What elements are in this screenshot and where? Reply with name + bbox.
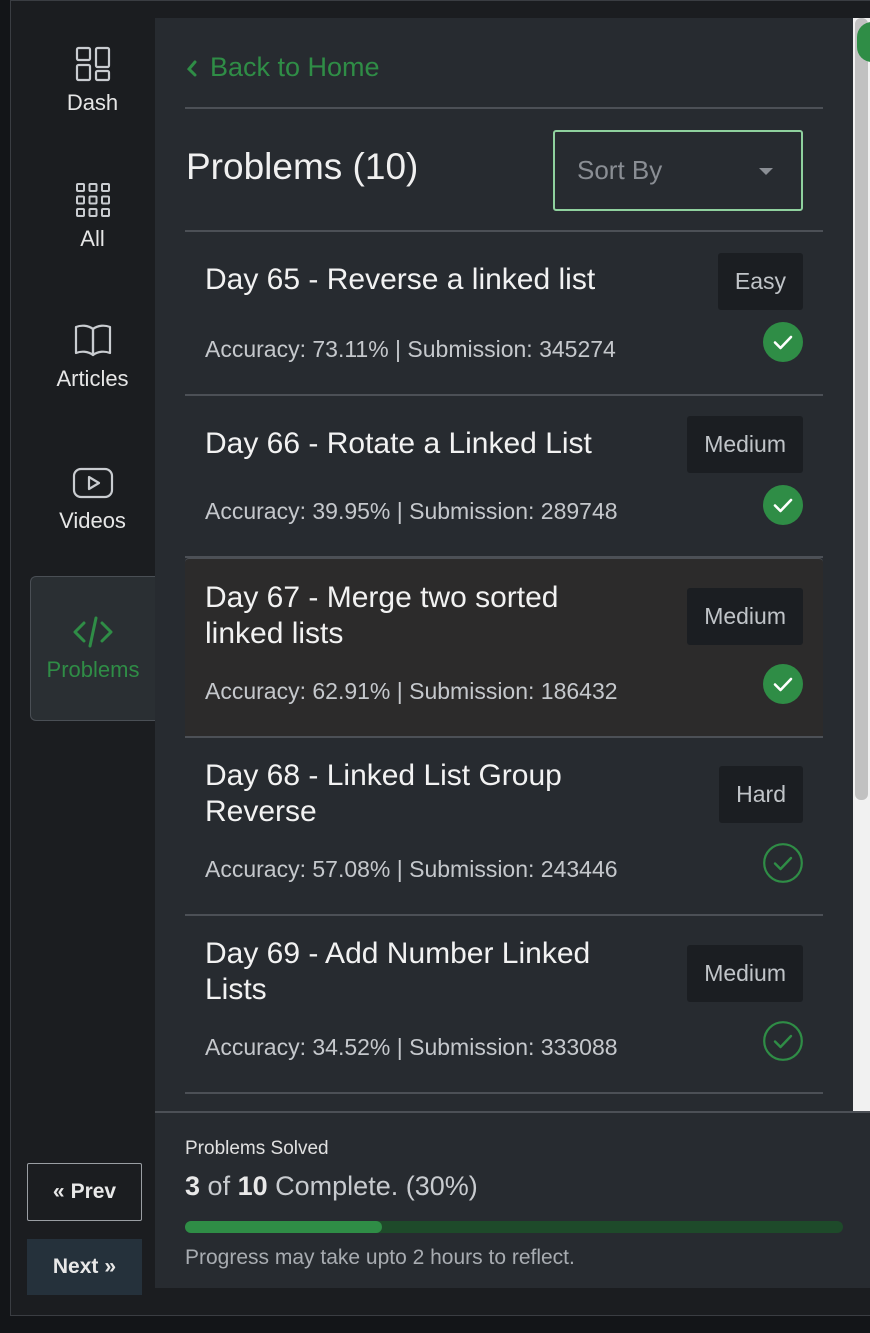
solved-count: 3 [185, 1171, 201, 1201]
back-label: Back to Home [210, 52, 380, 82]
problem-title: Day 69 - Add Number Linked Lists [205, 937, 591, 1006]
problem-row[interactable]: Day 68 - Linked List Group Reverse Hard … [185, 738, 823, 916]
problem-meta: Accuracy: 62.91% | Submission: 186432 [205, 678, 618, 704]
caret-down-icon [759, 168, 773, 175]
sidebar-item-dash[interactable]: Dash [30, 46, 155, 116]
sidebar-item-articles[interactable]: Articles [30, 322, 155, 392]
problem-title: Day 67 - Merge two sorted linked lists [205, 581, 559, 650]
grid-icon [75, 183, 110, 217]
sort-by-select[interactable]: Sort By [553, 130, 803, 211]
sidebar-item-label: All [80, 226, 105, 251]
problem-meta: Accuracy: 34.52% | Submission: 333088 [205, 1034, 618, 1060]
prev-label: Prev [70, 1180, 117, 1203]
problem-meta: Accuracy: 73.11% | Submission: 345274 [205, 336, 616, 362]
sidebar-item-label: Videos [59, 508, 126, 533]
stats-count: 3 of 10 Complete. (30%) [185, 1171, 478, 1202]
solved-check-icon [763, 485, 803, 525]
video-icon [72, 467, 113, 499]
progress-note: Progress may take upto 2 hours to reflec… [185, 1246, 575, 1269]
prev-button[interactable]: « Prev [27, 1163, 142, 1221]
solved-check-icon [763, 664, 803, 704]
divider [185, 107, 823, 109]
difficulty-badge: Easy [717, 253, 803, 310]
solved-check-icon [763, 322, 803, 362]
back-to-home-link[interactable]: Back to Home [186, 52, 380, 83]
problems-solved-summary: Problems Solved 3 of 10 Complete. (30%) … [155, 1111, 870, 1288]
difficulty-badge: Medium [687, 945, 803, 1002]
problem-row[interactable]: Day 69 - Add Number Linked Lists Medium … [185, 916, 823, 1094]
difficulty-badge: Hard [719, 766, 803, 823]
problem-meta: Accuracy: 39.95% | Submission: 289748 [205, 498, 618, 524]
next-label: Next [52, 1255, 99, 1278]
page-title: Problems (10) [186, 146, 419, 187]
complete-text: Complete. (30%) [275, 1171, 478, 1201]
chevrons-left-icon: « [52, 1180, 65, 1203]
progress-bar [185, 1221, 843, 1233]
problems-panel: Back to Home Problems (10) Sort By Day 6… [155, 18, 853, 1288]
sidebar-item-label: Problems [46, 656, 140, 682]
chevron-left-icon [186, 60, 197, 76]
difficulty-badge: Medium [687, 588, 803, 645]
stats-label: Problems Solved [185, 1138, 329, 1159]
unsolved-check-icon [763, 843, 803, 883]
problem-row[interactable]: Day 67 - Merge two sorted linked lists M… [185, 558, 823, 738]
problem-title: Day 65 - Reverse a linked list [205, 263, 596, 296]
sort-placeholder: Sort By [577, 155, 663, 185]
progress-fill [185, 1221, 383, 1233]
difficulty-badge: Medium [687, 416, 803, 473]
sidebar-item-label: Articles [56, 366, 129, 391]
of-text: of [207, 1171, 231, 1201]
sidebar-item-all[interactable]: All [30, 182, 155, 252]
panel-scrollbar[interactable] [853, 18, 870, 1112]
sidebar-item-label: Dash [66, 90, 119, 115]
sidebar-item-videos[interactable]: Videos [30, 466, 155, 534]
sidebar-item-problems[interactable]: Problems [30, 576, 155, 721]
problem-row[interactable]: Day 66 - Rotate a Linked List Medium Acc… [185, 396, 823, 558]
problem-meta: Accuracy: 57.08% | Submission: 243446 [205, 856, 618, 882]
code-icon [73, 616, 113, 647]
total-count: 10 [237, 1171, 268, 1201]
book-icon [74, 324, 111, 357]
chevrons-right-icon: » [104, 1255, 117, 1278]
problem-title: Day 66 - Rotate a Linked List [205, 427, 592, 460]
dashboard-icon [75, 46, 110, 82]
problem-title: Day 68 - Linked List Group Reverse [205, 759, 562, 828]
next-button[interactable]: Next » [27, 1239, 142, 1295]
problem-row[interactable]: Day 65 - Reverse a linked list Easy Accu… [185, 232, 823, 396]
scrollbar-thumb[interactable] [855, 18, 868, 800]
unsolved-check-icon [763, 1021, 803, 1061]
sidebar: Dash All Articles Videos Problems « Prev [11, 18, 155, 1308]
